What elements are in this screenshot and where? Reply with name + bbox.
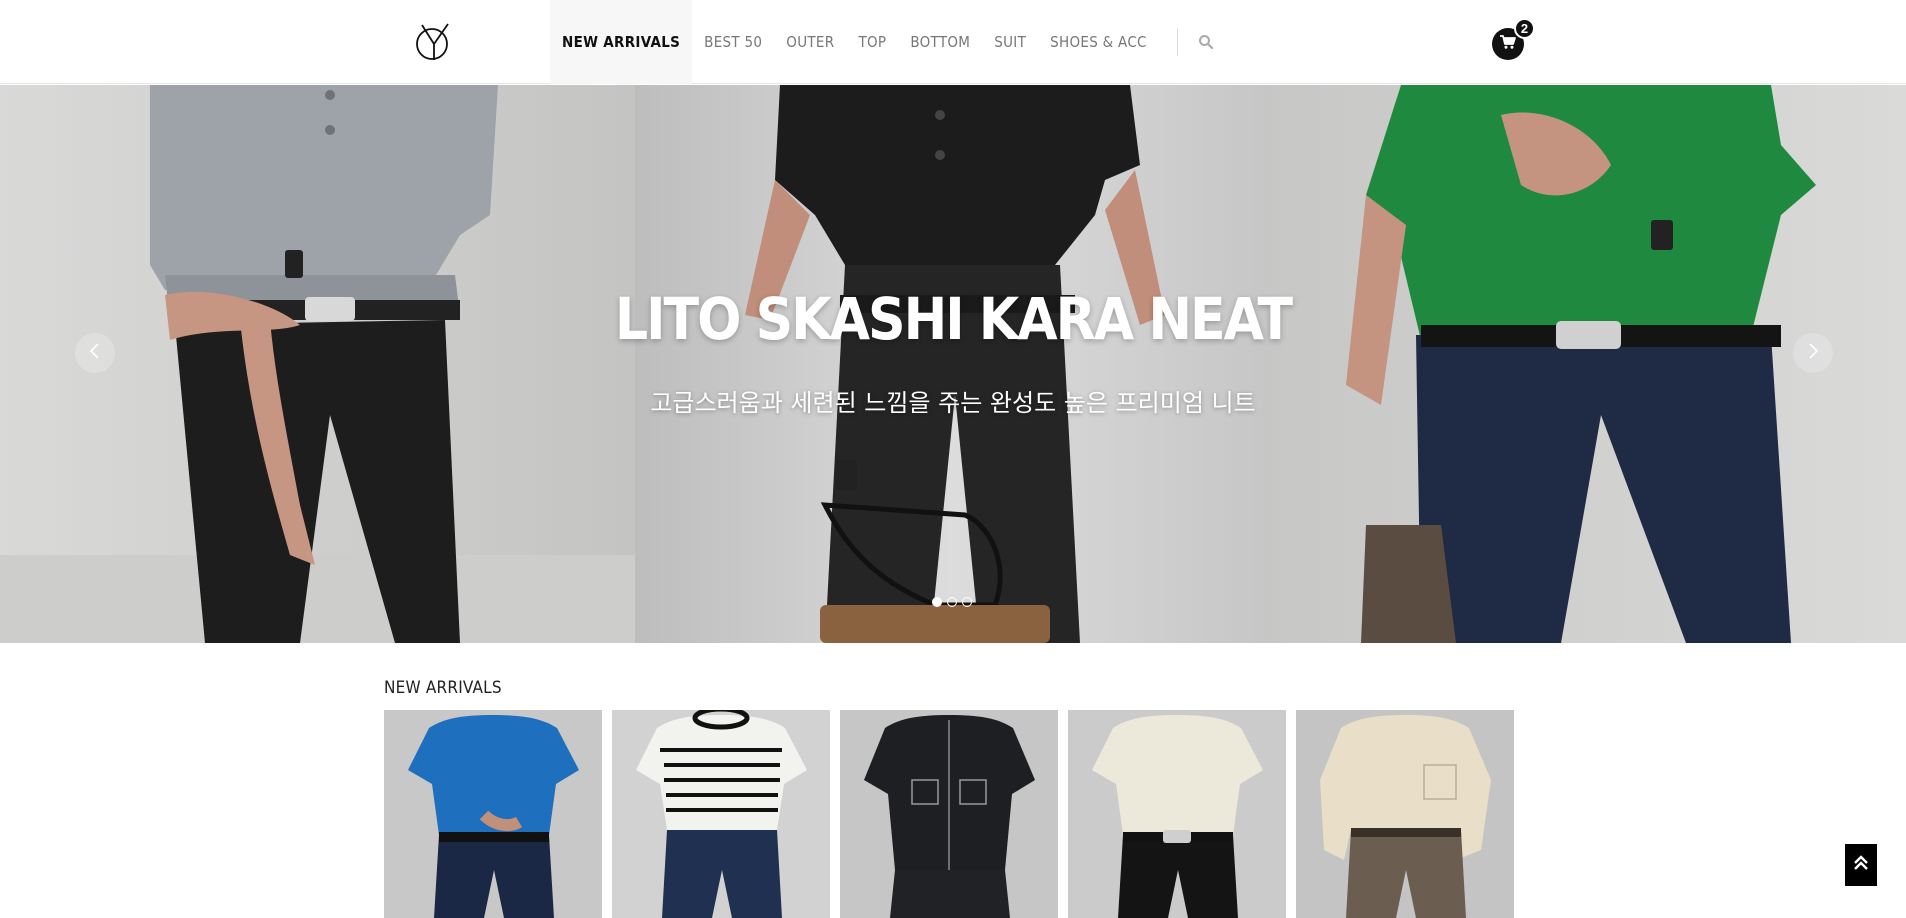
nav-best-50[interactable]: BEST 50	[692, 0, 774, 84]
product-card-3[interactable]	[840, 710, 1058, 918]
product-image	[840, 710, 1058, 918]
nav-shoes-acc[interactable]: SHOES & ACC	[1038, 0, 1159, 84]
product-card-5[interactable]	[1296, 710, 1514, 918]
slider-dot-1[interactable]	[932, 597, 942, 607]
hero-title: LITO SKASHI KARA NEAT	[614, 285, 1293, 353]
nav-new-arrivals[interactable]: NEW ARRIVALS	[550, 0, 693, 84]
nav-top[interactable]: TOP	[846, 0, 898, 84]
slider-dot-2[interactable]	[947, 597, 957, 607]
chevron-left-icon	[88, 342, 102, 365]
product-card-4[interactable]	[1068, 710, 1286, 918]
cart-button[interactable]: 2	[1492, 18, 1535, 60]
cart-count-badge: 2	[1514, 18, 1535, 39]
product-image	[1296, 710, 1514, 918]
product-image	[384, 710, 602, 918]
section-title-new-arrivals: NEW ARRIVALS	[384, 678, 502, 698]
cart-icon	[1499, 34, 1517, 55]
hero-slider: LITO SKASHI KARA NEAT 고급스러움과 세련된 느낌을 주는 …	[0, 85, 1906, 643]
nav-outer[interactable]: OUTER	[774, 0, 846, 84]
scroll-to-top-button[interactable]	[1845, 844, 1877, 886]
product-grid	[384, 710, 1514, 918]
nav-divider	[1176, 28, 1178, 56]
double-chevron-up-icon	[1852, 854, 1870, 877]
site-header: NEW ARRIVALS BEST 50 OUTER TOP BOTTOM SU…	[0, 0, 1906, 84]
hero-subtitle: 고급스러움과 세련된 느낌을 주는 완성도 높은 프리미엄 니트	[650, 389, 1256, 417]
nav-suit[interactable]: SUIT	[982, 0, 1038, 84]
product-card-2[interactable]	[612, 710, 830, 918]
nav-bottom[interactable]: BOTTOM	[898, 0, 982, 84]
product-card-1[interactable]	[384, 710, 602, 918]
hero-panel-black-polo	[635, 85, 1271, 643]
product-image	[1068, 710, 1286, 918]
slider-next-button[interactable]	[1793, 333, 1833, 373]
slider-prev-button[interactable]	[75, 333, 115, 373]
slider-dot-3[interactable]	[962, 597, 972, 607]
search-icon[interactable]	[1192, 0, 1220, 84]
main-nav: NEW ARRIVALS BEST 50 OUTER TOP BOTTOM SU…	[550, 0, 1220, 84]
logo[interactable]	[414, 20, 454, 64]
chevron-right-icon	[1806, 342, 1820, 365]
slider-pagination	[932, 597, 972, 607]
product-image	[612, 710, 830, 918]
